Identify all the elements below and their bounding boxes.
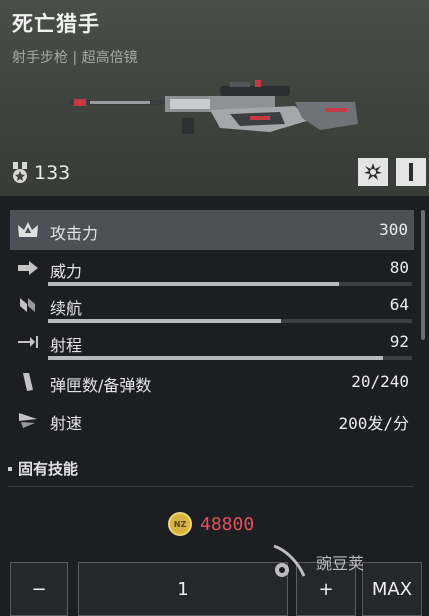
burst-icon <box>364 163 382 180</box>
stat-label: 射程 <box>50 336 83 355</box>
medal-icon <box>13 162 27 183</box>
minus-label: − <box>31 578 47 600</box>
stat-row-power: 威力 80 <box>0 248 429 288</box>
max-quantity-button[interactable]: MAX <box>362 562 422 616</box>
wings-icon <box>16 294 40 316</box>
stat-row-magazine: 弹匣数/备弹数 20/240 <box>0 362 429 402</box>
weapon-header: 死亡猎手 射手步枪 | 超高倍镜 133 <box>0 0 429 196</box>
rating-value: 133 <box>34 162 71 184</box>
stats-scrollbar[interactable] <box>421 210 425 340</box>
stat-bar-fill <box>48 356 383 360</box>
quantity-value: 1 <box>177 578 189 600</box>
stat-label: 攻击力 <box>50 224 99 243</box>
price-display: NZ 48800 <box>168 512 254 536</box>
fire-mode-toggle[interactable] <box>396 158 426 186</box>
stat-value: 64 <box>389 295 409 314</box>
stat-row-fire-rate: 射速 200发/分 <box>0 400 429 440</box>
max-label: MAX <box>371 578 413 600</box>
stat-row-attack: 攻击力 300 <box>10 210 414 250</box>
weapon-subtitle: 射手步枪 | 超高倍镜 <box>12 50 138 66</box>
stat-label: 射速 <box>50 414 83 433</box>
fire-rate-icon <box>16 409 40 431</box>
price-value: 48800 <box>200 513 255 535</box>
coin-icon: NZ <box>168 512 192 536</box>
stat-row-range: 射程 92 <box>0 322 429 362</box>
stat-label: 威力 <box>50 262 83 281</box>
stat-label: 弹匣数/备弹数 <box>50 376 152 395</box>
arrow-right-icon <box>16 257 40 279</box>
magazine-icon <box>16 371 40 393</box>
pea-logo-icon <box>273 544 306 577</box>
weapon-image <box>70 80 358 134</box>
skills-title: 固有技能 <box>18 460 79 478</box>
currency-code: NZ <box>173 519 187 529</box>
fire-burst-toggle[interactable] <box>358 158 388 186</box>
stat-label: 续航 <box>50 299 83 318</box>
single-shot-icon <box>409 163 413 181</box>
quantity-input[interactable]: 1 <box>78 562 288 616</box>
weapon-name: 死亡猎手 <box>12 12 100 36</box>
stat-value: 92 <box>389 332 409 351</box>
skills-section-header: 固有技能 <box>8 458 78 479</box>
stat-value: 80 <box>389 258 409 277</box>
stat-row-endurance: 续航 64 <box>0 285 429 325</box>
stat-value: 300 <box>379 220 408 239</box>
watermark: 豌豆荚 <box>268 542 364 582</box>
stat-value: 20/240 <box>351 372 409 391</box>
bullet-icon <box>8 466 12 471</box>
crown-icon <box>16 219 40 241</box>
divider <box>8 486 414 487</box>
watermark-text: 豌豆荚 <box>316 554 365 573</box>
stat-bar <box>48 356 412 360</box>
weapon-rating: 133 <box>10 160 70 186</box>
decrease-quantity-button[interactable]: − <box>10 562 68 616</box>
stat-value: 200发/分 <box>338 414 409 433</box>
range-arrow-icon <box>16 331 40 353</box>
